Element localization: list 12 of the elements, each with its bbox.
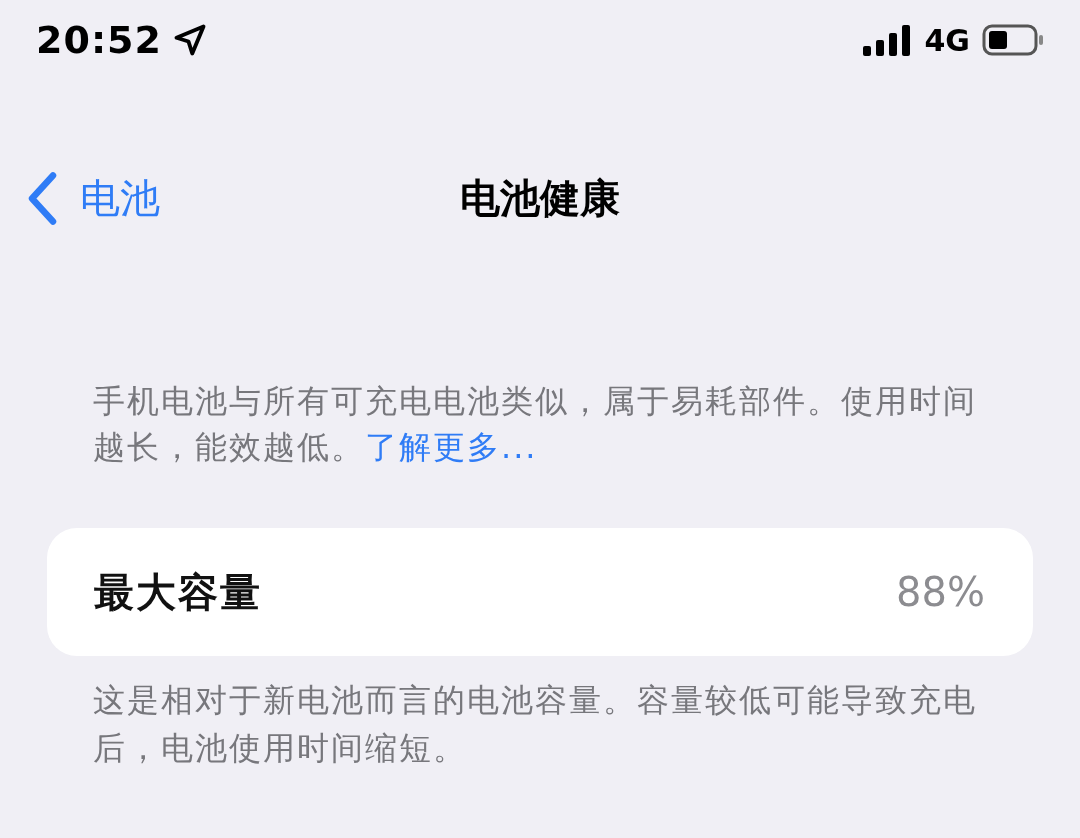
clock-time: 20:52 — [36, 18, 162, 62]
battery-icon — [982, 24, 1044, 56]
capacity-value: 88% — [896, 569, 985, 615]
battery-description: 手机电池与所有可充电电池类似，属于易耗部件。使用时间越长，能效越低。了解更多... — [93, 381, 978, 468]
capacity-note: 这是相对于新电池而言的电池容量。容量较低可能导致充电后，电池使用时间缩短。 — [93, 680, 978, 769]
signal-bars-icon — [862, 24, 913, 56]
network-type: 4G — [924, 22, 970, 58]
page-title: 电池健康 — [460, 173, 620, 223]
capacity-label: 最大容量 — [94, 567, 262, 617]
chevron-left-icon — [26, 171, 58, 225]
learn-more-link[interactable]: 了解更多... — [365, 428, 538, 466]
back-button[interactable]: 电池 — [26, 170, 160, 226]
